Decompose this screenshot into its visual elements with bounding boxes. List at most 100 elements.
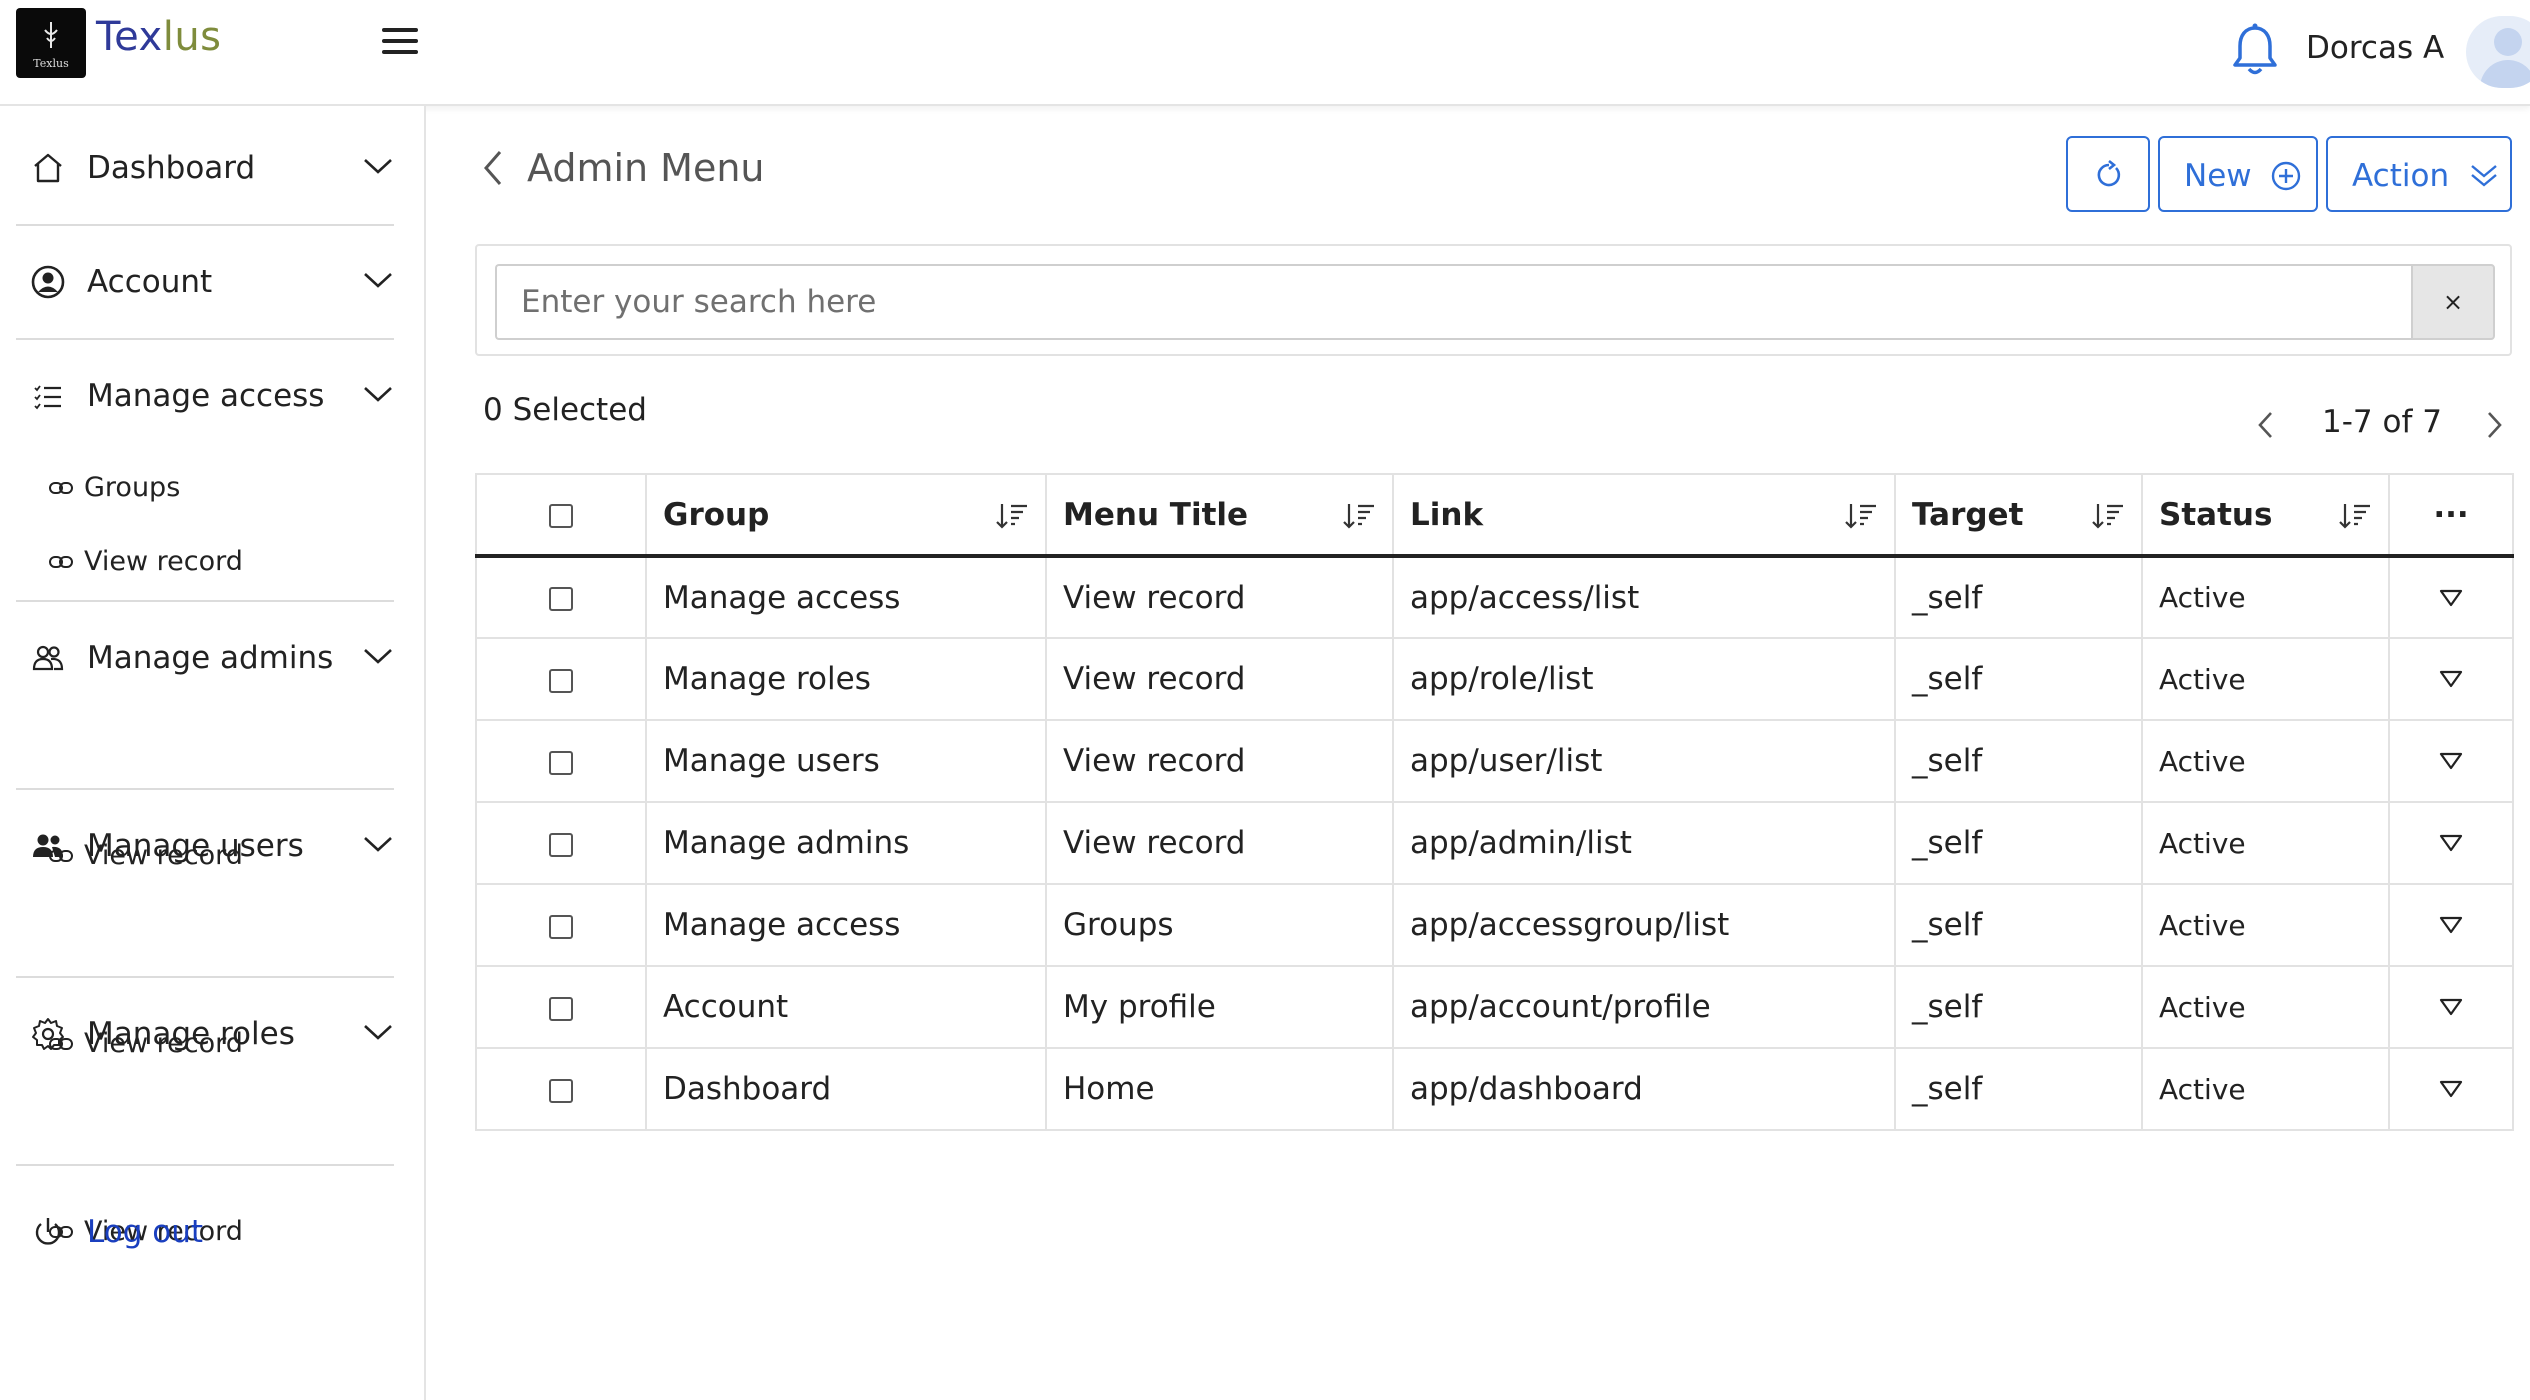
table-row[interactable]: Manage access Groups app/accessgroup/lis… [475,883,2514,967]
logo[interactable]: Texlus [16,8,86,78]
column-header-target[interactable]: Target [1894,473,2143,558]
cell-link: app/dashboard [1392,1047,1896,1131]
sidebar-item-label: Manage users [87,828,304,864]
sort-icon[interactable] [995,501,1029,531]
row-dropdown-icon[interactable] [2438,1079,2464,1099]
cell-group: Manage admins [645,801,1047,885]
table-row[interactable]: Manage users View record app/user/list _… [475,719,2514,803]
avatar[interactable] [2466,16,2530,88]
plus-circle-icon [2271,161,2301,191]
row-checkbox[interactable] [549,750,573,775]
column-header-label: Group [663,496,770,533]
sort-icon[interactable] [1342,501,1376,531]
column-header-group[interactable]: Group [645,473,1047,558]
home-icon [34,153,62,183]
cell-group: Manage users [645,719,1047,803]
cell-link: app/role/list [1392,637,1896,721]
cell-target: _self [1894,555,2143,639]
brand-name-part2: lus [162,14,222,60]
sort-icon[interactable] [2091,501,2125,531]
row-dropdown-icon[interactable] [2438,669,2464,689]
hamburger-menu-icon[interactable] [380,24,420,64]
table-row[interactable]: Dashboard Home app/dashboard _self Activ… [475,1047,2514,1131]
sidebar-item-manage-access[interactable]: Manage access [16,360,394,430]
row-dropdown-icon[interactable] [2438,997,2464,1017]
sort-icon[interactable] [1844,501,1878,531]
row-select-cell [475,965,647,1049]
logout-button[interactable]: Log out [16,1196,394,1266]
prev-page-icon[interactable] [2256,410,2276,440]
bell-icon[interactable] [2230,22,2280,78]
cell-status: Active [2141,719,2390,803]
sort-icon[interactable] [2338,501,2372,531]
sidebar-subitem-label: View record [84,546,243,577]
divider [16,600,394,602]
chevron-down-icon [364,387,392,402]
table-row[interactable]: Manage admins View record app/admin/list… [475,801,2514,885]
cell-target: _self [1894,801,2143,885]
select-all-checkbox[interactable] [549,504,573,528]
cell-link: app/account/profile [1392,965,1896,1049]
power-icon [35,1218,61,1245]
row-checkbox[interactable] [549,914,573,939]
column-header-label: Target [1912,496,2024,533]
action-button[interactable]: Action [2326,136,2512,212]
column-header-status[interactable]: Status [2141,473,2390,558]
row-checkbox[interactable] [549,832,573,857]
cell-target: _self [1894,1047,2143,1131]
sidebar-item-manage-admins[interactable]: Manage admins [16,622,394,692]
cell-group: Account [645,965,1047,1049]
sidebar-item-manage-users[interactable]: Manage users [16,810,394,880]
cell-group: Dashboard [645,1047,1047,1131]
sidebar-item-manage-roles[interactable]: Manage roles [16,998,394,1068]
next-page-icon[interactable] [2484,410,2504,440]
row-checkbox[interactable] [549,996,573,1021]
cell-target: _self [1894,965,2143,1049]
clear-search-button[interactable]: × [2411,264,2495,340]
table-row[interactable]: Manage roles View record app/role/list _… [475,637,2514,721]
column-header-link[interactable]: Link [1392,473,1896,558]
cell-menu-title: My profile [1045,965,1394,1049]
cell-status: Active [2141,637,2390,721]
cell-menu-title: Home [1045,1047,1394,1131]
sidebar-item-label: Account [87,264,213,300]
row-dropdown-icon[interactable] [2438,833,2464,853]
divider [16,1164,394,1166]
cell-status: Active [2141,801,2390,885]
column-header-menu-title[interactable]: Menu Title [1045,473,1394,558]
row-checkbox[interactable] [549,1078,573,1103]
cell-group: Manage access [645,555,1047,639]
back-chevron-icon[interactable] [480,148,506,188]
row-dropdown-icon[interactable] [2438,915,2464,935]
cell-menu-title: View record [1045,555,1394,639]
sidebar-item-label: Manage access [87,378,325,414]
new-button[interactable]: New [2158,136,2318,212]
row-dropdown-icon[interactable] [2438,751,2464,771]
table-row[interactable]: Account My profile app/account/profile _… [475,965,2514,1049]
search-input[interactable] [495,264,2415,340]
brand-name-part1: Tex [96,14,163,60]
page-title: Admin Menu [527,146,765,190]
row-dropdown-icon[interactable] [2438,588,2464,608]
list-icon [34,385,61,410]
row-checkbox[interactable] [549,668,573,693]
chevron-down-icon [364,159,392,174]
row-actions-cell [2388,883,2514,967]
logo-text: Texlus [33,57,69,70]
row-checkbox[interactable] [549,587,573,611]
chevron-down-icon [364,1025,392,1040]
more-columns-cell: ··· [2388,473,2514,558]
sidebar-item-dashboard[interactable]: Dashboard [16,132,394,202]
users-outline-icon [32,645,64,671]
select-all-cell [475,473,647,558]
cell-menu-title: Groups [1045,883,1394,967]
column-header-label: Status [2159,496,2273,533]
column-header-label: Menu Title [1063,496,1249,533]
more-options-icon[interactable]: ··· [2433,497,2468,533]
link-icon [49,482,73,494]
username[interactable]: Dorcas A [2306,30,2444,66]
table-row[interactable]: Manage access View record app/access/lis… [475,555,2514,639]
sidebar-item-account[interactable]: Account [16,246,394,316]
link-icon [49,556,73,568]
refresh-button[interactable] [2066,136,2150,212]
